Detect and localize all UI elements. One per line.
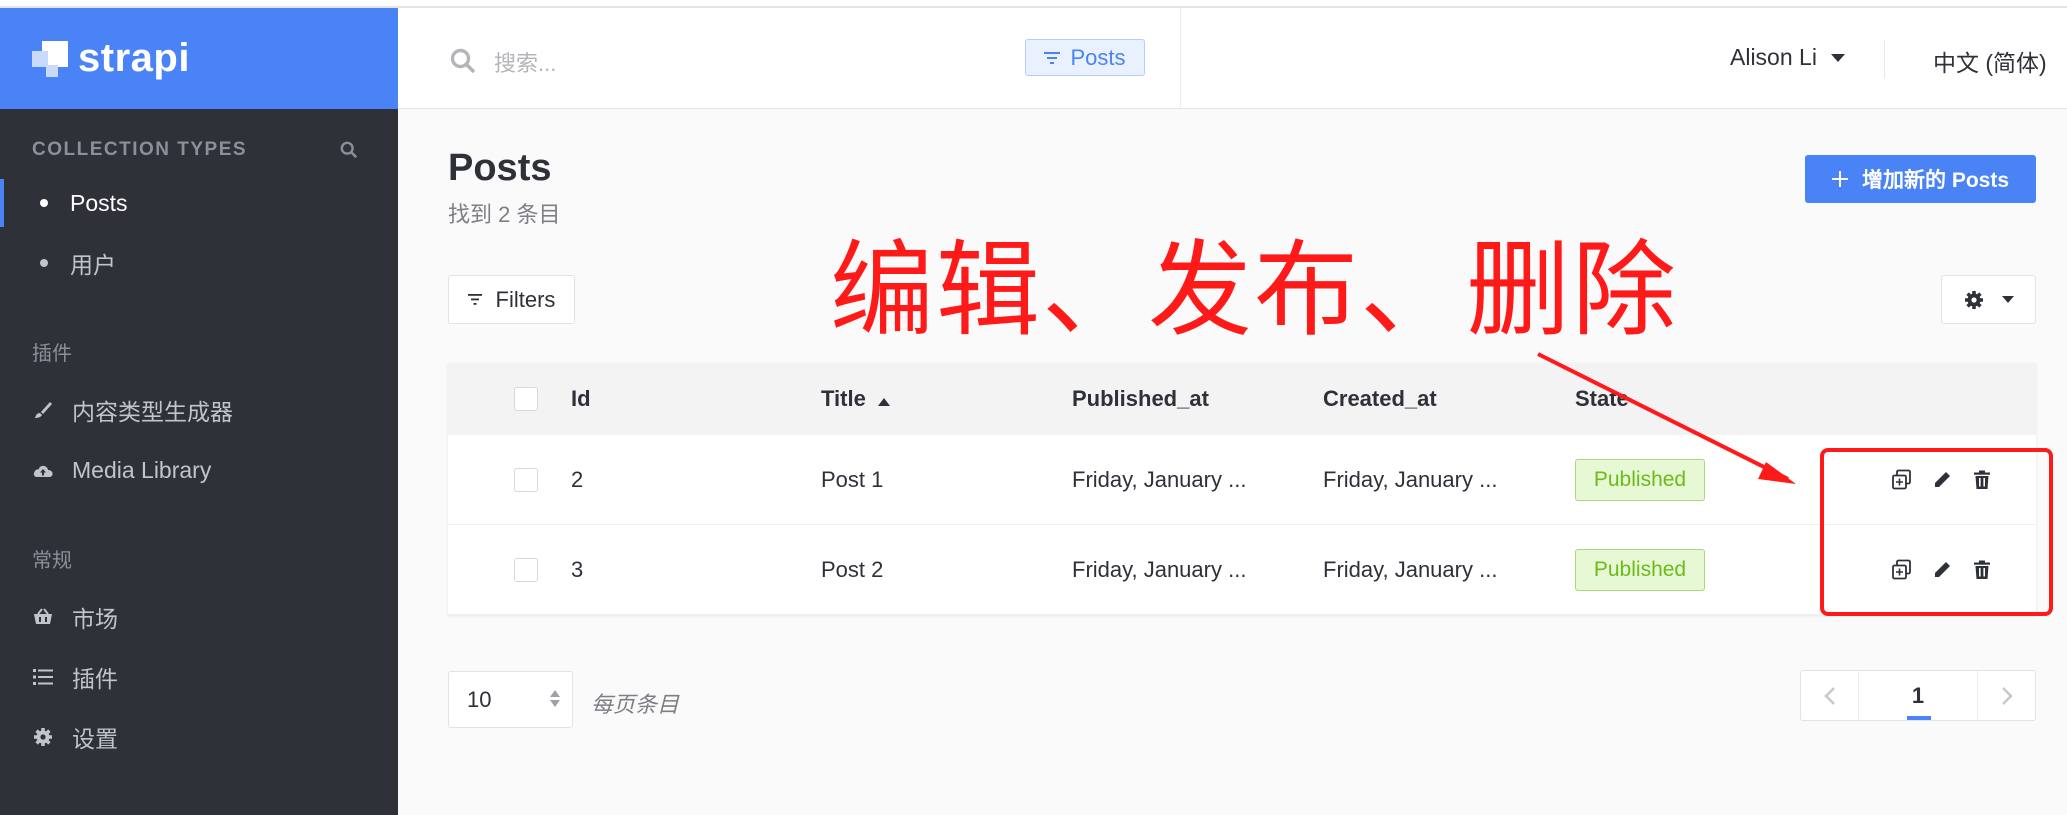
- sidebar: strapi COLLECTION TYPES Posts 用户 插件 内容类型…: [0, 8, 398, 815]
- table-row[interactable]: 2 Post 1 Friday, January ... Friday, Jan…: [448, 435, 2036, 525]
- pagination: 1: [1800, 670, 2036, 721]
- header-divider: [1180, 8, 1181, 109]
- header-divider: [1884, 40, 1885, 78]
- sidebar-item-posts[interactable]: Posts: [0, 173, 398, 233]
- cell-title: Post 1: [821, 466, 884, 492]
- plugins-section-label: 插件: [32, 343, 72, 365]
- cell-published-at: Friday, January ...: [1072, 466, 1247, 492]
- sidebar-item-settings[interactable]: 设置: [0, 707, 398, 767]
- column-header-title[interactable]: Title: [821, 386, 890, 412]
- chevron-down-icon: [2001, 296, 2014, 303]
- collection-list: Posts 用户: [0, 173, 398, 293]
- plus-icon: [1831, 171, 1848, 187]
- sidebar-item-media-library[interactable]: Media Library: [0, 440, 398, 500]
- sidebar-item-marketplace[interactable]: 市场: [0, 587, 398, 647]
- collection-types-label: COLLECTION TYPES: [32, 139, 248, 160]
- column-header-id[interactable]: Id: [571, 386, 591, 412]
- cell-published-at: Friday, January ...: [1072, 556, 1247, 582]
- column-header-published-at[interactable]: Published_at: [1072, 386, 1209, 412]
- window-top-rule: [0, 0, 2067, 8]
- cell-id: 3: [571, 556, 584, 582]
- entry-count: 找到 2 条目: [448, 202, 561, 227]
- stepper-icon: [550, 690, 560, 707]
- brand-name: strapi: [78, 36, 190, 80]
- add-new-post-button[interactable]: 增加新的 Posts: [1805, 155, 2036, 203]
- filter-chip-label: Posts: [1070, 44, 1126, 70]
- annotation-highlight-box: [1820, 448, 2053, 616]
- sidebar-item-label: 设置: [72, 726, 118, 752]
- sidebar-item-label: 用户: [70, 252, 116, 278]
- sidebar-item-label: Media Library: [72, 456, 212, 483]
- plugin-list: 内容类型生成器 Media Library: [0, 380, 398, 500]
- sidebar-item-label: 市场: [72, 606, 118, 632]
- column-settings-button[interactable]: [1941, 275, 2036, 324]
- sidebar-item-content-type-builder[interactable]: 内容类型生成器: [0, 380, 398, 440]
- select-all-checkbox[interactable]: [514, 387, 538, 411]
- sidebar-search-icon[interactable]: [340, 141, 358, 159]
- app-page: strapi COLLECTION TYPES Posts 用户 插件 内容类型…: [0, 8, 2067, 815]
- filter-icon: [1044, 51, 1061, 64]
- filter-icon: [467, 294, 482, 305]
- bullet-icon: [40, 259, 48, 267]
- sidebar-item-plugins[interactable]: 插件: [0, 647, 398, 707]
- table-row[interactable]: 3 Post 2 Friday, January ... Friday, Jan…: [448, 525, 2036, 615]
- current-page[interactable]: 1: [1859, 671, 1977, 720]
- chevron-down-icon: [1830, 53, 1845, 62]
- chevron-right-icon: [2001, 686, 2013, 705]
- page-title: Posts: [448, 147, 552, 189]
- basket-icon: [32, 606, 54, 628]
- brush-icon: [32, 399, 54, 421]
- sidebar-item-label: Posts: [70, 189, 128, 216]
- row-checkbox[interactable]: [514, 467, 538, 492]
- prev-page-button[interactable]: [1801, 671, 1859, 720]
- brand-logo[interactable]: strapi: [0, 8, 398, 109]
- sort-ascending-icon: [877, 398, 890, 406]
- per-page-value: 10: [467, 686, 492, 712]
- sidebar-item-label: 插件: [72, 666, 118, 692]
- search-icon[interactable]: [450, 48, 476, 74]
- chevron-left-icon: [1823, 686, 1835, 705]
- collection-types-header: COLLECTION TYPES: [0, 139, 398, 161]
- filters-button[interactable]: Filters: [448, 275, 575, 324]
- filter-chip-posts[interactable]: Posts: [1025, 39, 1145, 76]
- table-header-row: Id Title Published_at Created_at State: [448, 363, 2036, 435]
- column-header-created-at[interactable]: Created_at: [1323, 386, 1437, 412]
- column-header-state[interactable]: State: [1575, 386, 1629, 412]
- column-header-title-label: Title: [821, 386, 866, 411]
- general-section-label: 常规: [32, 550, 72, 572]
- add-button-label: 增加新的 Posts: [1861, 169, 2010, 192]
- filters-label: Filters: [495, 286, 556, 312]
- search-input[interactable]: 搜索...: [494, 46, 556, 78]
- cell-id: 2: [571, 466, 584, 492]
- bullet-icon: [40, 199, 48, 207]
- per-page-label: 每页条目: [591, 692, 680, 717]
- annotation-text: 编辑、发布、删除: [830, 229, 1679, 351]
- strapi-logo-icon: [32, 40, 68, 77]
- user-menu[interactable]: Alison Li: [1730, 44, 1845, 71]
- next-page-button[interactable]: [1977, 671, 2035, 720]
- status-badge: Published: [1575, 548, 1705, 591]
- cell-created-at: Friday, January ...: [1323, 556, 1498, 582]
- cell-created-at: Friday, January ...: [1323, 466, 1498, 492]
- main-content: Posts 找到 2 条目 增加新的 Posts 编辑、发布、删除 Filter…: [398, 109, 2067, 815]
- per-page-select[interactable]: 10: [448, 671, 573, 728]
- user-name: Alison Li: [1730, 44, 1817, 70]
- cell-title: Post 2: [821, 556, 884, 582]
- row-checkbox[interactable]: [514, 557, 538, 582]
- sidebar-item-users[interactable]: 用户: [0, 233, 398, 293]
- top-header: 搜索... Posts Alison Li 中文 (简体): [398, 8, 2067, 109]
- cloud-upload-icon: [32, 459, 54, 481]
- list-icon: [32, 666, 54, 688]
- language-selector[interactable]: 中文 (简体): [1933, 44, 2047, 78]
- posts-table: Id Title Published_at Created_at State 2…: [448, 363, 2036, 615]
- gear-icon: [32, 726, 54, 748]
- status-badge: Published: [1575, 458, 1705, 501]
- general-list: 市场 插件 设置: [0, 587, 398, 767]
- gear-icon: [1964, 290, 1983, 309]
- sidebar-item-label: 内容类型生成器: [72, 399, 233, 425]
